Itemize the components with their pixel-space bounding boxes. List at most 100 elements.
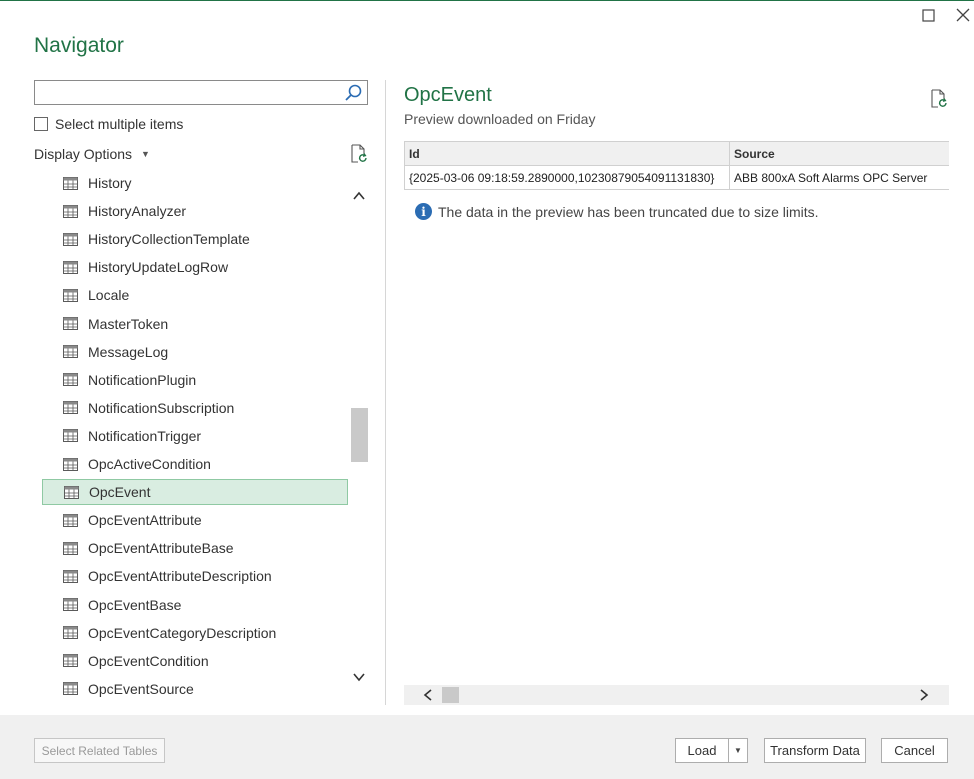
tree-item-label: OpcActiveCondition: [88, 456, 211, 472]
table-icon: [63, 682, 78, 696]
horizontal-scrollbar[interactable]: [404, 685, 949, 705]
window-top-border: [0, 0, 974, 1]
load-button[interactable]: Load: [675, 738, 729, 763]
tree-item[interactable]: OpcEvent: [42, 479, 348, 506]
search-icon[interactable]: [343, 83, 363, 103]
tree-item[interactable]: HistoryUpdateLogRow: [42, 254, 348, 280]
table-icon: [63, 288, 78, 302]
tree-item-label: OpcEventAttributeDescription: [88, 568, 272, 585]
table-icon: [63, 204, 78, 218]
tree-item-label: Locale: [88, 287, 130, 304]
tree-item-label: OpcEventCategoryDescription: [88, 624, 277, 641]
navigator-tree[interactable]: History HistoryAnalyzer HistoryCollectionT…: [42, 168, 350, 705]
select-multiple-row[interactable]: Select multiple items: [34, 116, 183, 132]
tree-item-label: HistoryUpdateLogRow: [88, 259, 229, 276]
scroll-left-icon[interactable]: [422, 689, 434, 701]
search-input[interactable]: [34, 80, 368, 105]
table-icon: [63, 176, 78, 190]
table-icon: [63, 373, 78, 387]
tree-item-label: History: [88, 175, 132, 191]
tree-item[interactable]: Locale: [42, 282, 348, 308]
tree-item[interactable]: NotificationPlugin: [42, 367, 348, 393]
dialog-title: Navigator: [34, 34, 124, 57]
column-header-source[interactable]: Source: [730, 142, 949, 166]
cancel-button[interactable]: Cancel: [881, 738, 948, 763]
chevron-down-icon: ▼: [734, 746, 742, 755]
tree-item[interactable]: NotificationTrigger: [42, 423, 348, 449]
scroll-down-icon[interactable]: [353, 671, 365, 683]
table-icon: [63, 317, 78, 330]
display-options-label: Display Options: [34, 146, 133, 162]
chevron-down-icon: ▼: [141, 149, 150, 159]
tree-item-label: NotificationTrigger: [88, 427, 202, 444]
preview-table[interactable]: Id Source {2025-03-06 09:18:59.2890000,1…: [404, 141, 949, 191]
dialog-footer: Select Related Tables Load ▼ Transform D…: [0, 715, 974, 779]
preview-subtitle: Preview downloaded on Friday: [404, 111, 596, 127]
tree-item-label: MessageLog: [88, 343, 169, 360]
table-icon: [63, 626, 78, 640]
tree-item[interactable]: History: [42, 170, 348, 196]
tree-item[interactable]: MessageLog: [42, 339, 348, 365]
table-cell-source: ABB 800xA Soft Alarms OPC Server: [730, 166, 949, 190]
refresh-preview-icon[interactable]: [929, 89, 949, 109]
tree-item[interactable]: OpcEventAttributeBase: [42, 535, 348, 561]
tree-item-label: NotificationPlugin: [88, 371, 197, 388]
display-options-dropdown[interactable]: Display Options ▼: [34, 146, 150, 162]
table-icon: [63, 429, 78, 443]
maximize-button[interactable]: [919, 6, 937, 24]
tree-item-label: OpcEventSource: [88, 680, 194, 697]
scroll-up-icon[interactable]: [353, 190, 365, 202]
table-icon: [64, 485, 79, 499]
preview-title: OpcEvent: [404, 84, 492, 106]
close-window-button[interactable]: [954, 6, 972, 24]
truncation-message: The data in the preview has been truncat…: [438, 203, 819, 220]
table-cell-id: {2025-03-06 09:18:59.2890000,10230879054…: [404, 166, 730, 190]
select-related-tables-button[interactable]: Select Related Tables: [34, 738, 165, 763]
vertical-scroll-thumb[interactable]: [351, 408, 368, 462]
table-icon: [63, 232, 78, 246]
table-row: {2025-03-06 09:18:59.2890000,10230879054…: [404, 166, 949, 190]
tree-item[interactable]: HistoryCollectionTemplate: [42, 226, 348, 252]
tree-item[interactable]: OpcEventSource: [42, 676, 348, 702]
tree-item-label: OpcEvent: [89, 484, 151, 501]
tree-item-label: NotificationSubscription: [88, 399, 235, 416]
tree-item-label: HistoryCollectionTemplate: [88, 231, 250, 248]
table-icon: [63, 401, 78, 415]
select-multiple-checkbox[interactable]: [34, 117, 48, 131]
info-icon: i: [415, 203, 432, 220]
vertical-scrollbar[interactable]: [350, 168, 368, 705]
tree-item[interactable]: OpcActiveCondition: [42, 451, 348, 477]
tree-item[interactable]: OpcEventAttributeDescription: [42, 563, 348, 589]
tree-item-label: HistoryAnalyzer: [88, 203, 187, 220]
tree-item[interactable]: OpcEventAttribute: [42, 507, 348, 533]
pane-divider: [385, 80, 386, 705]
table-icon: [63, 569, 78, 583]
table-header-row: Id Source: [404, 142, 949, 166]
close-icon: [956, 8, 970, 22]
refresh-document-icon[interactable]: [349, 144, 369, 164]
tree-item[interactable]: MasterToken: [42, 311, 348, 337]
tree-item[interactable]: HistoryAnalyzer: [42, 198, 348, 224]
column-header-id[interactable]: Id: [404, 142, 730, 166]
maximize-icon: [921, 8, 935, 22]
table-icon: [63, 541, 78, 555]
table-icon: [63, 260, 78, 274]
tree-item[interactable]: OpcEventCondition: [42, 648, 348, 674]
load-options-button[interactable]: ▼: [728, 738, 748, 763]
table-icon: [63, 513, 78, 527]
tree-item[interactable]: OpcEventCategoryDescription: [42, 620, 348, 646]
table-icon: [63, 345, 78, 359]
table-icon: [63, 457, 78, 471]
tree-item-label: OpcEventAttribute: [88, 512, 202, 529]
tree-item[interactable]: OpcEventBase: [42, 592, 348, 618]
tree-item[interactable]: NotificationSubscription: [42, 395, 348, 421]
transform-data-button[interactable]: Transform Data: [764, 738, 866, 763]
tree-item-label: OpcEventBase: [88, 596, 182, 613]
table-icon: [63, 598, 78, 611]
select-multiple-label: Select multiple items: [55, 116, 184, 132]
tree-item-label: OpcEventAttributeBase: [88, 540, 234, 557]
horizontal-scroll-thumb[interactable]: [442, 687, 459, 703]
scroll-right-icon[interactable]: [918, 689, 930, 701]
table-icon: [63, 654, 78, 668]
truncation-notice: i The data in the preview has been trunc…: [415, 203, 819, 220]
